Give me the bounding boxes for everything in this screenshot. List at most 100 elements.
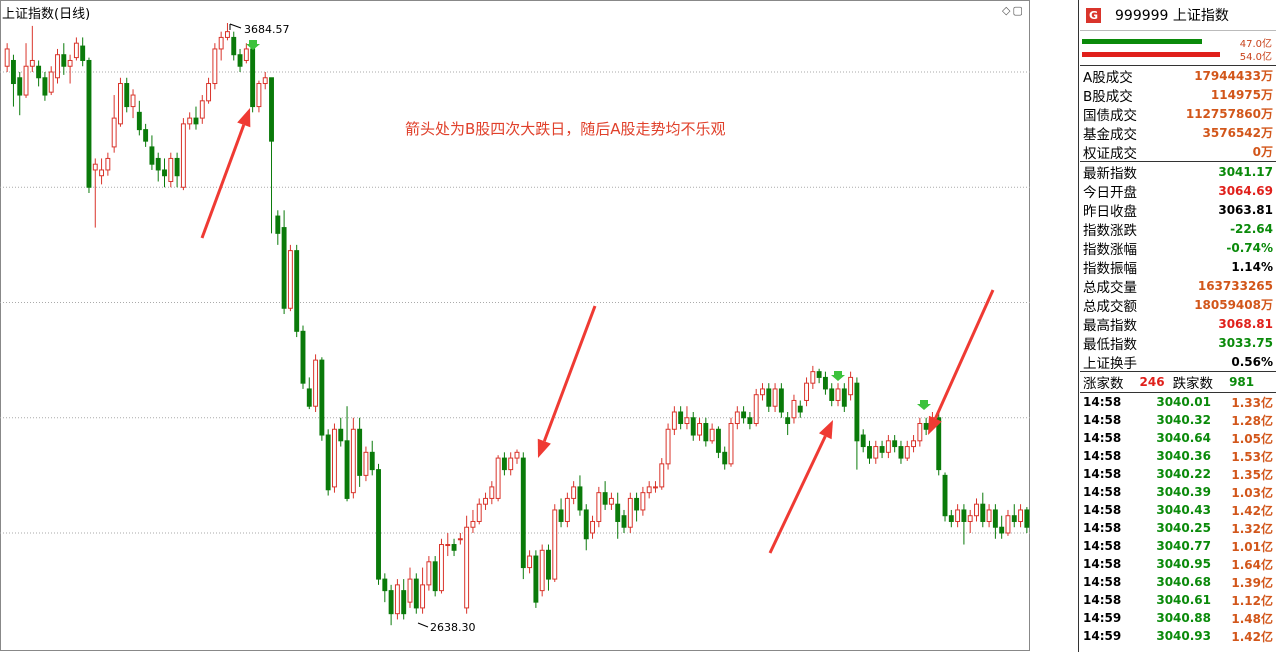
quote-panel: G 999999 上证指数 47.0亿 54.0亿 A股成交 17944433万 B股…	[1080, 0, 1276, 652]
tick-time: 14:58	[1083, 593, 1122, 607]
tick-list[interactable]: 14:58 3040.01 1.33亿 14:58 3040.32 1.28亿 14:58 3…	[1080, 393, 1276, 645]
candle-up	[527, 555, 533, 569]
candle-up	[218, 36, 224, 50]
red-arrow-shaft	[542, 305, 597, 442]
candle-up	[73, 42, 79, 59]
candle-down	[992, 509, 998, 528]
candle-up	[111, 117, 117, 148]
stat-label: 国债成交	[1083, 107, 1137, 124]
tick-row[interactable]: 14:58 3040.39 1.03亿	[1080, 483, 1276, 501]
candle-down	[300, 330, 306, 384]
tick-amount: 1.32亿	[1231, 521, 1273, 536]
candle-up	[105, 157, 111, 171]
stat-row: 指数涨跌 -22.64	[1080, 219, 1276, 239]
candle-down	[1024, 509, 1030, 528]
tick-price: 3040.68	[1156, 575, 1211, 589]
candle-down	[42, 77, 48, 96]
stat-row: 国债成交 112757860万	[1080, 104, 1276, 124]
down-arrow-icon	[831, 371, 845, 381]
tick-row[interactable]: 14:58 3040.68 1.39亿	[1080, 573, 1276, 591]
candle-up	[350, 428, 356, 494]
candle-down	[999, 526, 1005, 534]
tick-row[interactable]: 14:58 3040.95 1.64亿	[1080, 555, 1276, 573]
stat-row: 基金成交 3576542万	[1080, 123, 1276, 143]
candle-down	[80, 45, 86, 61]
candle-down	[250, 48, 256, 108]
candle-down	[388, 590, 394, 615]
panel-header: G 999999 上证指数	[1080, 0, 1276, 31]
trade-rows: A股成交 17944433万 B股成交 114975万 国债成交 112757860万 基金…	[1080, 66, 1276, 162]
tick-price: 3040.88	[1156, 611, 1211, 625]
stat-label: 指数涨跌	[1083, 222, 1137, 239]
kline-chart[interactable]: 2800290030003100320033003400350036003684…	[0, 0, 1030, 652]
tick-time: 14:58	[1083, 449, 1122, 463]
candle-up	[571, 486, 577, 499]
stat-label: 总成交量	[1083, 279, 1137, 296]
candle-up	[55, 54, 60, 79]
tick-row[interactable]: 14:59 3040.88 1.48亿	[1080, 609, 1276, 627]
tick-row[interactable]: 14:58 3040.22 1.35亿	[1080, 465, 1276, 483]
diamond-icon[interactable]: ◇	[1002, 4, 1010, 17]
candle-down	[892, 440, 898, 448]
tick-row[interactable]: 14:59 3040.93 1.42亿	[1080, 627, 1276, 645]
low-leader	[417, 622, 429, 628]
up-count: 246	[1139, 375, 1165, 389]
tick-price: 3040.95	[1156, 557, 1211, 571]
stat-label: 最低指数	[1083, 336, 1137, 353]
candle-down	[357, 428, 363, 476]
tick-amount: 1.33亿	[1231, 395, 1273, 410]
stat-value: 112757860万	[1185, 107, 1273, 121]
stat-row: 昨日收盘 3063.81	[1080, 200, 1276, 220]
candle-up	[243, 48, 249, 61]
window-icon[interactable]: ▢	[1012, 4, 1022, 17]
candle-up	[225, 31, 230, 38]
candle-up	[457, 538, 463, 541]
stat-value: 114975万	[1210, 88, 1273, 102]
stat-row: 总成交额 18059408万	[1080, 295, 1276, 315]
candle-up	[495, 457, 501, 499]
tick-time: 14:58	[1083, 431, 1122, 445]
tick-time: 14:58	[1083, 557, 1122, 571]
candle-down	[325, 434, 331, 491]
candle-up	[212, 48, 218, 85]
candle-up	[426, 561, 432, 586]
candle-up	[590, 520, 595, 534]
candle-down	[432, 561, 438, 592]
tick-row[interactable]: 14:58 3040.32 1.28亿	[1080, 411, 1276, 429]
tick-price: 3040.64	[1156, 431, 1211, 445]
plot-frame	[0, 0, 1030, 651]
down-label: 跌家数	[1172, 376, 1214, 392]
tick-row[interactable]: 14:58 3040.61 1.12亿	[1080, 591, 1276, 609]
tick-amount: 1.01亿	[1231, 539, 1273, 554]
candle-down	[961, 509, 967, 522]
stat-label: 指数涨幅	[1083, 241, 1137, 258]
candle-down	[778, 388, 784, 413]
stat-label: 今日开盘	[1083, 184, 1137, 201]
candle-down	[860, 434, 866, 448]
candle-down	[923, 423, 929, 430]
tick-row[interactable]: 14:58 3040.64 1.05亿	[1080, 429, 1276, 447]
candle-down	[822, 376, 828, 390]
candle-down	[344, 440, 350, 499]
tick-row[interactable]: 14:58 3040.36 1.53亿	[1080, 447, 1276, 465]
candle-up	[791, 399, 797, 419]
candle-up	[199, 100, 205, 119]
candle-down	[948, 515, 954, 522]
tick-row[interactable]: 14:58 3040.01 1.33亿	[1080, 393, 1276, 411]
tick-amount: 1.39亿	[1231, 575, 1273, 590]
candle-down	[854, 382, 860, 442]
volume-bar: 47.0亿	[1080, 35, 1276, 50]
tick-amount: 1.64亿	[1231, 557, 1273, 572]
tick-row[interactable]: 14:58 3040.77 1.01亿	[1080, 537, 1276, 555]
candle-up	[313, 359, 319, 407]
tick-price: 3040.36	[1156, 449, 1211, 463]
candle-down	[294, 250, 300, 332]
advance-decline: 涨家数 246 跌家数 981	[1080, 372, 1276, 392]
candle-up	[180, 123, 186, 188]
candle-up	[420, 584, 426, 609]
tick-time: 14:58	[1083, 521, 1122, 535]
tick-row[interactable]: 14:58 3040.25 1.32亿	[1080, 519, 1276, 537]
volume-bar: 54.0亿	[1080, 48, 1276, 63]
candle-up	[848, 376, 854, 396]
tick-row[interactable]: 14:58 3040.43 1.42亿	[1080, 501, 1276, 519]
